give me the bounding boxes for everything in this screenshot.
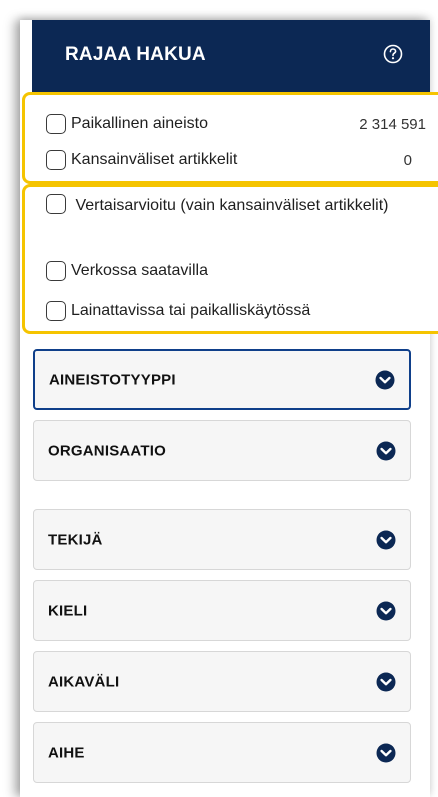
facet-time-range[interactable]: AIKAVÄLI xyxy=(33,651,411,712)
checkbox-label: Lainattavissa tai paikalliskäytössä xyxy=(71,302,311,319)
checkbox-box[interactable] xyxy=(46,194,66,214)
facet-material-type[interactable]: AINEISTOTYYPPI xyxy=(33,349,411,410)
facet-label: ORGANISAATIO xyxy=(48,442,166,459)
chevron-down-circle-icon[interactable] xyxy=(375,370,395,390)
facet-label: AIKAVÄLI xyxy=(48,673,120,690)
facet-label: AINEISTOTYYPPI xyxy=(49,371,176,388)
filter-title: RAJAA HAKUA xyxy=(65,44,206,65)
checkbox-peer-reviewed[interactable]: Vertaisarvioitu (vain kansainväliset art… xyxy=(46,193,406,219)
question-circle-icon[interactable] xyxy=(383,44,403,64)
checkbox-box[interactable] xyxy=(46,114,66,134)
checkbox-label: Vertaisarvioitu (vain kansainväliset art… xyxy=(75,197,389,214)
checkbox-online-available[interactable]: Verkossa saatavilla xyxy=(46,261,208,281)
checkbox-borrowable[interactable]: Lainattavissa tai paikalliskäytössä xyxy=(46,301,310,321)
chevron-down-circle-icon[interactable] xyxy=(376,672,396,692)
facet-language[interactable]: KIELI xyxy=(33,580,411,641)
local-international-group xyxy=(22,92,438,184)
facet-label: AIHE xyxy=(48,744,85,761)
checkbox-local-material[interactable]: Paikallinen aineisto xyxy=(46,114,208,134)
checkbox-international-articles[interactable]: Kansainväliset artikkelit xyxy=(46,150,237,170)
international-articles-count: 0 xyxy=(403,152,412,169)
chevron-down-circle-icon[interactable] xyxy=(376,441,396,461)
checkbox-label: Paikallinen aineisto xyxy=(71,115,208,132)
facet-subject[interactable]: AIHE xyxy=(33,722,411,783)
facet-organisation[interactable]: ORGANISAATIO xyxy=(33,420,411,481)
checkbox-box[interactable] xyxy=(46,261,66,281)
checkbox-label: Kansainväliset artikkelit xyxy=(71,151,238,168)
facet-author[interactable]: TEKIJÄ xyxy=(33,509,411,570)
local-material-count: 2 314 591 xyxy=(359,116,426,133)
filter-header: RAJAA HAKUA xyxy=(32,20,430,92)
facet-label: TEKIJÄ xyxy=(48,531,103,548)
checkbox-box[interactable] xyxy=(46,301,66,321)
facet-label: KIELI xyxy=(48,602,88,619)
checkbox-box[interactable] xyxy=(46,150,66,170)
chevron-down-circle-icon[interactable] xyxy=(376,601,396,621)
chevron-down-circle-icon[interactable] xyxy=(376,743,396,763)
chevron-down-circle-icon[interactable] xyxy=(376,530,396,550)
checkbox-label: Verkossa saatavilla xyxy=(71,262,208,279)
